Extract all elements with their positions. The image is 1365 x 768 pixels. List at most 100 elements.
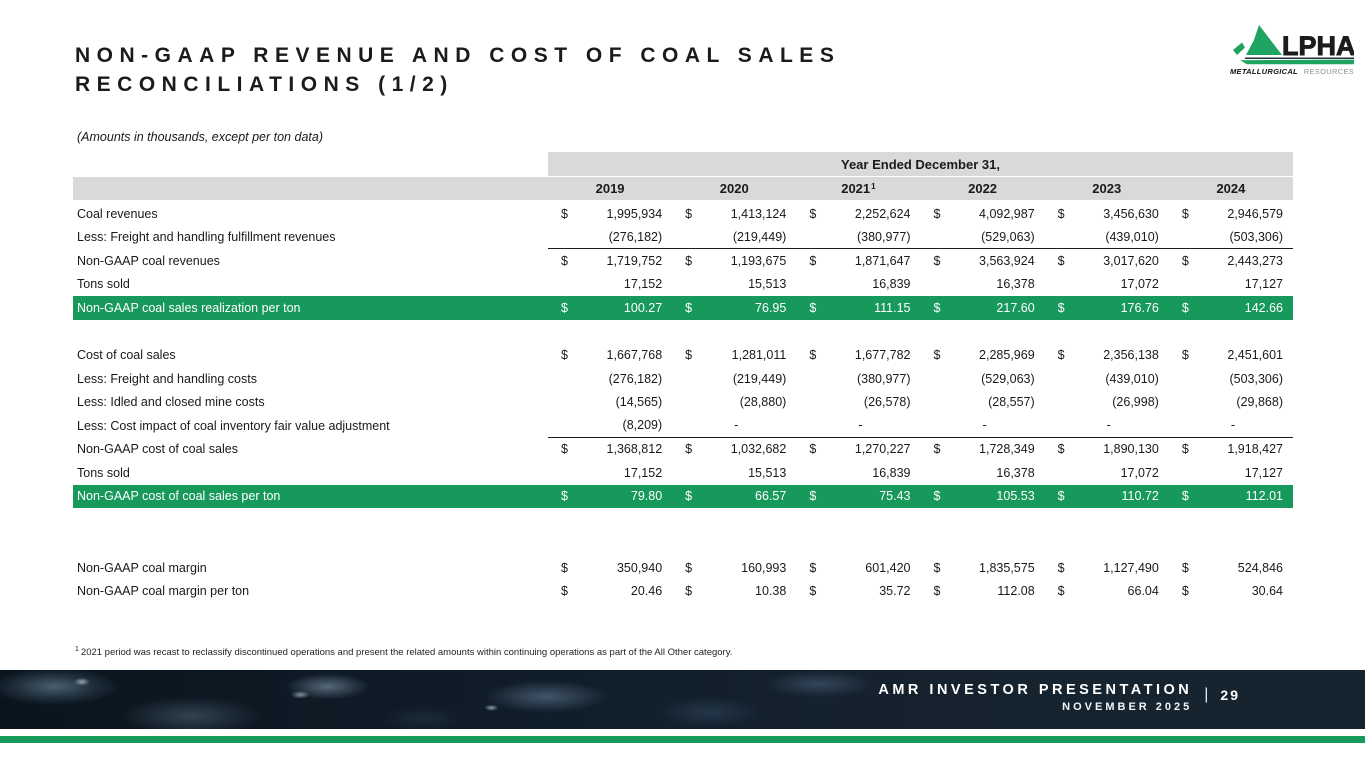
cell-value: $2,946,579 [1169,202,1293,226]
cell-value: 16,378 [920,273,1044,297]
cell-value: - [920,414,1044,438]
table-spacer [73,320,1293,344]
cell-value: (276,182) [548,226,672,250]
alpha-logo: LPHA METALLURGICAL RESOURCES [1230,23,1354,76]
cell-value: $79.80 [548,485,672,509]
cell-value: $100.27 [548,296,672,320]
cell-value: (14,565) [548,391,672,415]
cell-value: 15,513 [672,273,796,297]
table-group-header: Year Ended December 31, [548,152,1293,176]
cell-value: $176.76 [1045,296,1169,320]
cell-value: $2,451,601 [1169,344,1293,368]
cell-value: $1,127,490 [1045,556,1169,580]
year-header-2019: 2019 [548,177,672,200]
cell-value: $112.08 [920,580,1044,604]
table-row: Less: Freight and handling costs(276,182… [73,367,1293,391]
cell-value: $1,368,812 [548,438,672,462]
table-row: Non-GAAP coal margin per ton$20.46$10.38… [73,580,1293,604]
cell-value: $10.38 [672,580,796,604]
cell-value: 16,839 [796,273,920,297]
table-body: Coal revenues$1,995,934$1,413,124$2,252,… [73,202,1293,603]
page-title-line1: NON-GAAP REVENUE AND COST OF COAL SALES [75,42,840,71]
cell-value: $1,193,675 [672,249,796,273]
table-row: Cost of coal sales$1,667,768$1,281,011$1… [73,344,1293,368]
cell-value: 16,378 [920,461,1044,485]
cell-value: - [672,414,796,438]
page-number: 29 [1220,681,1240,703]
cell-value: (29,868) [1169,391,1293,415]
logo-subtext: METALLURGICAL RESOURCES [1230,67,1354,76]
cell-value: $1,995,934 [548,202,672,226]
financial-table: Year Ended December 31, 2019202020211202… [73,152,1293,603]
cell-value: 17,072 [1045,461,1169,485]
cell-value: $30.64 [1169,580,1293,604]
cell-value: 17,152 [548,273,672,297]
cell-value: (8,209) [548,414,672,438]
cell-value: (26,578) [796,391,920,415]
logo-wedge-icon [1233,43,1245,56]
footnote-superscript: 1 [75,646,79,653]
cell-value: $350,940 [548,556,672,580]
cell-value: 17,152 [548,461,672,485]
footer-presentation-title: AMR INVESTOR PRESENTATION [878,681,1192,699]
footer-separator: | [1204,681,1208,704]
cell-value: $110.72 [1045,485,1169,509]
footnote: 12021 period was recast to reclassify di… [75,646,732,658]
cell-value: $1,032,682 [672,438,796,462]
cell-value: $66.04 [1045,580,1169,604]
cell-value: (28,880) [672,391,796,415]
cell-value: $217.60 [920,296,1044,320]
table-row: Less: Cost impact of coal inventory fair… [73,414,1293,438]
cell-value: 17,072 [1045,273,1169,297]
cell-value: $2,252,624 [796,202,920,226]
slide-root: NON-GAAP REVENUE AND COST OF COAL SALES … [0,0,1365,768]
cell-value: $111.15 [796,296,920,320]
footer-presentation-date: NOVEMBER 2025 [878,701,1192,713]
cell-value: (380,977) [796,226,920,250]
cell-value: $1,677,782 [796,344,920,368]
cell-value: $1,667,768 [548,344,672,368]
cell-value: $4,092,987 [920,202,1044,226]
row-label: Less: Idled and closed mine costs [73,391,548,415]
year-header-2024: 2024 [1169,177,1293,200]
row-label: Less: Freight and handling fulfillment r… [73,226,548,250]
cell-value: (26,998) [1045,391,1169,415]
cell-value: $3,456,630 [1045,202,1169,226]
cell-value: (439,010) [1045,367,1169,391]
row-label: Non-GAAP coal margin per ton [73,580,548,604]
footnote-text: 2021 period was recast to reclassify dis… [81,647,732,658]
logo-triangle-icon [1246,25,1282,55]
cell-value: (503,306) [1169,367,1293,391]
row-label: Tons sold [73,273,548,297]
cell-value: (219,449) [672,367,796,391]
cell-value: $2,356,138 [1045,344,1169,368]
table-row: Non-GAAP cost of coal sales$1,368,812$1,… [73,438,1293,462]
row-label: Less: Cost impact of coal inventory fair… [73,414,548,438]
cell-value: $1,270,227 [796,438,920,462]
cell-value: $1,719,752 [548,249,672,273]
logo-subtext-bold: METALLURGICAL [1230,67,1298,76]
cell-value: - [1169,414,1293,438]
cell-value: $2,443,273 [1169,249,1293,273]
amounts-note: (Amounts in thousands, except per ton da… [77,130,323,144]
table-row-highlight: Non-GAAP coal sales realization per ton$… [73,296,1293,320]
row-label: Non-GAAP coal margin [73,556,548,580]
table-group-header-row: Year Ended December 31, [73,152,1293,176]
cell-value: $142.66 [1169,296,1293,320]
cell-value: 15,513 [672,461,796,485]
table-year-header-row: 2019202020211202220232024 [73,177,1293,200]
row-label: Cost of coal sales [73,344,548,368]
logo-wordmark-text: LPHA [1282,31,1354,61]
page-title: NON-GAAP REVENUE AND COST OF COAL SALES … [75,42,840,99]
logo-underline-green [1240,60,1354,65]
cell-value: $105.53 [920,485,1044,509]
year-header-2022: 2022 [920,177,1044,200]
bottom-green-bar [0,736,1365,743]
cell-value: $1,835,575 [920,556,1044,580]
year-header-2023: 2023 [1045,177,1169,200]
footer-lines: AMR INVESTOR PRESENTATION NOVEMBER 2025 [878,681,1192,713]
row-label: Coal revenues [73,202,548,226]
cell-value: 16,839 [796,461,920,485]
table-row: Tons sold17,15215,51316,83916,37817,0721… [73,461,1293,485]
cell-value: $1,918,427 [1169,438,1293,462]
